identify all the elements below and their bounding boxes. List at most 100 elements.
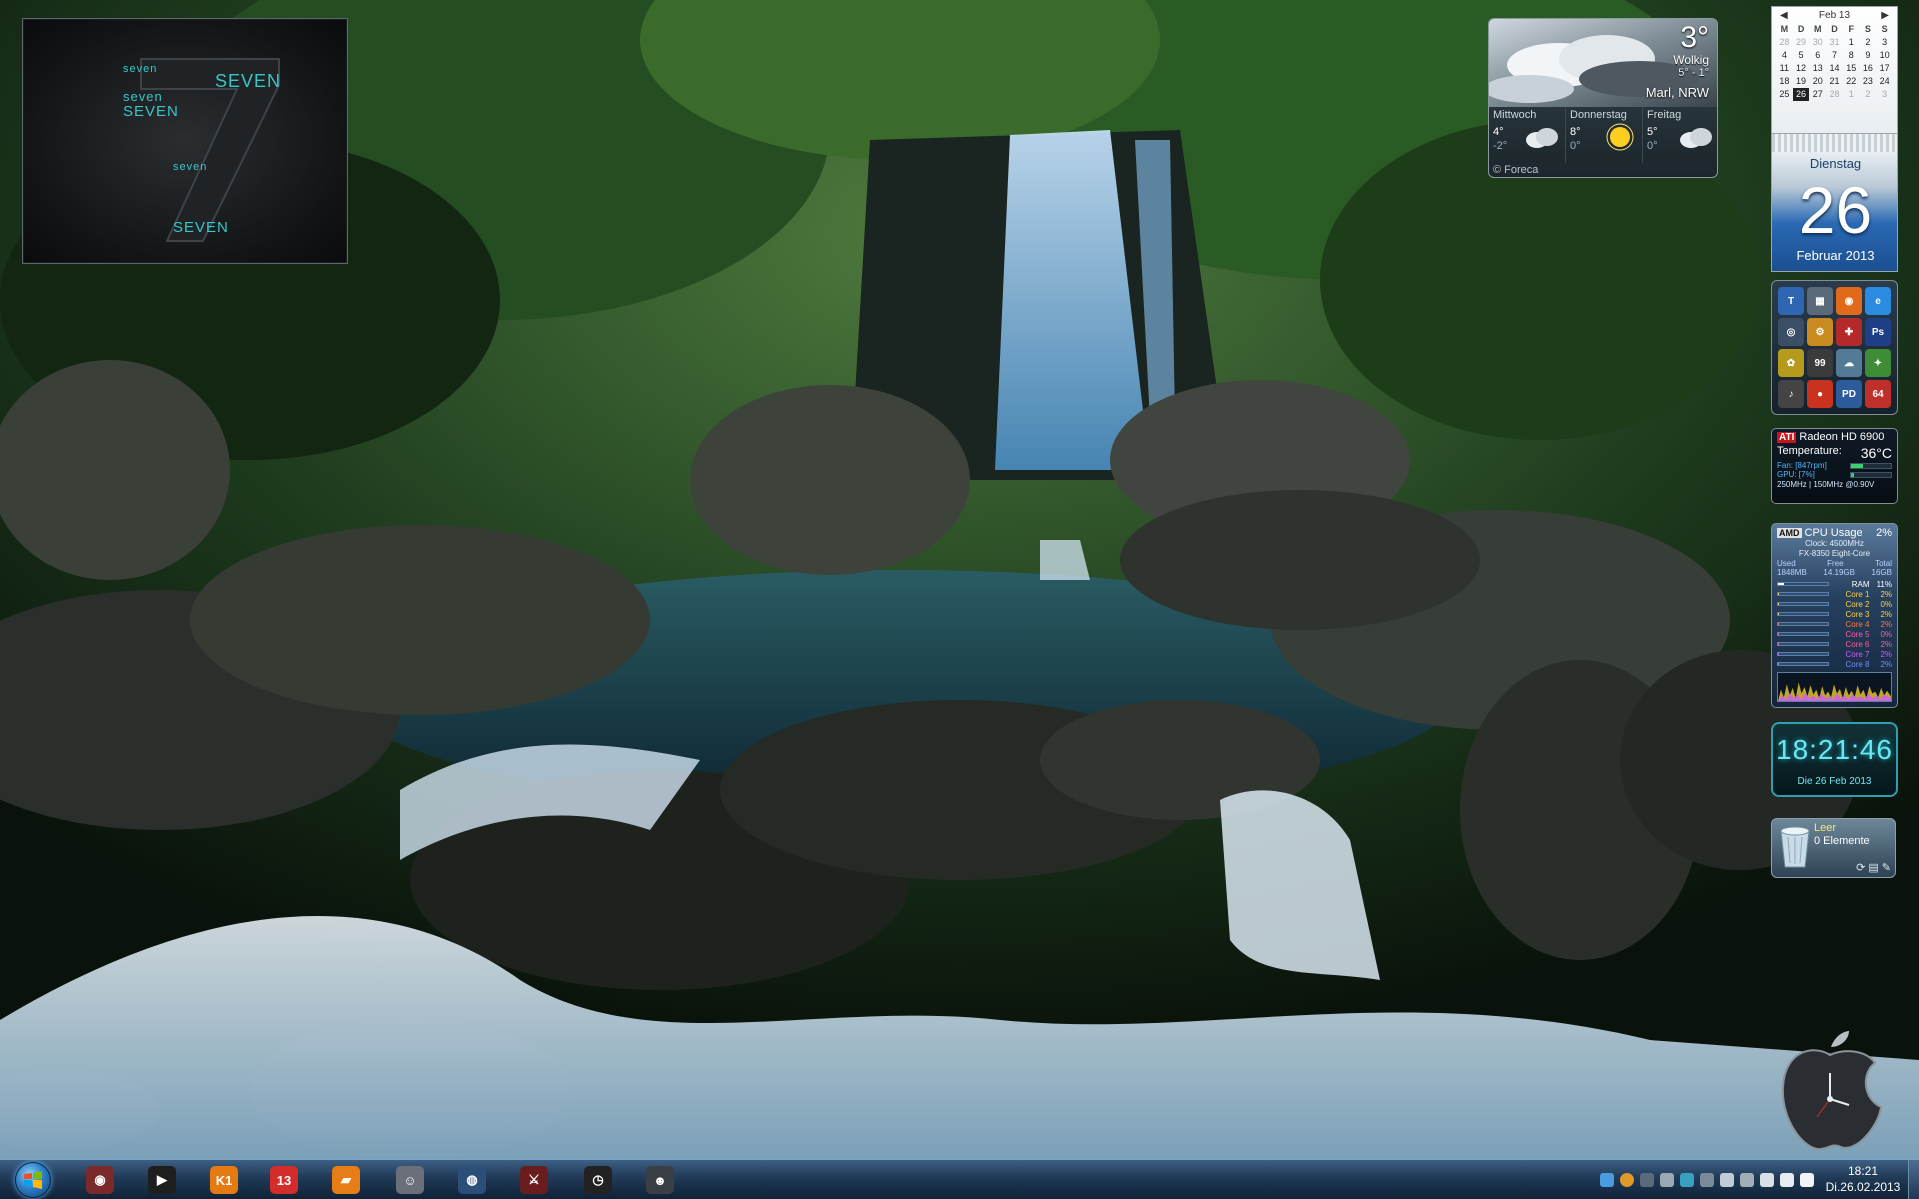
- calendar-day-cell[interactable]: 2: [1860, 88, 1877, 101]
- firefox-tray-icon[interactable]: [1620, 1173, 1634, 1187]
- steam-app-icon[interactable]: ◎: [1778, 318, 1804, 346]
- leaf-app-icon[interactable]: ✦: [1865, 349, 1891, 377]
- action-center-flag-icon[interactable]: [1800, 1173, 1814, 1187]
- network-icon[interactable]: [1600, 1173, 1614, 1187]
- calendar-day-cell[interactable]: 10: [1876, 49, 1893, 62]
- taskbar-app-notes[interactable]: ▰: [328, 1163, 364, 1197]
- gpu-load-fill: [1851, 472, 1854, 477]
- calendar-day-cell[interactable]: 16: [1860, 62, 1877, 75]
- calendar-day-cell[interactable]: 23: [1860, 75, 1877, 88]
- calendar-day-cell[interactable]: 24: [1876, 75, 1893, 88]
- calendar-day-cell[interactable]: 17: [1876, 62, 1893, 75]
- calendar-day-cell[interactable]: 11: [1776, 62, 1793, 75]
- app-tray-icon[interactable]: [1640, 1173, 1654, 1187]
- sixtyfour-app-icon[interactable]: 64: [1865, 380, 1891, 408]
- calendar-day-cell[interactable]: 2: [1860, 36, 1877, 49]
- cpu-monitor-gadget[interactable]: AMD CPU Usage 2% Clock: 4500MHz FX-8350 E…: [1771, 523, 1898, 708]
- taskbar-app-k1[interactable]: K1: [206, 1163, 242, 1197]
- gpu-load-label: GPU: [7%]: [1777, 470, 1815, 479]
- taskbar-app-robot[interactable]: ☻: [642, 1163, 678, 1197]
- gpu-temperature-value: 36°C: [1860, 445, 1892, 461]
- settings-icon[interactable]: ✎: [1882, 861, 1891, 874]
- taskbar-app-avatar[interactable]: ☺: [392, 1163, 428, 1197]
- windows-seven-logo-widget[interactable]: seven SEVEN seven SEVEN seven SEVEN: [22, 18, 348, 264]
- calendar-day-cell[interactable]: 26: [1792, 88, 1810, 101]
- calendar-day-cell[interactable]: 13: [1809, 62, 1826, 75]
- pd-app-icon[interactable]: PD: [1836, 380, 1862, 408]
- calendar-day-cell[interactable]: 7: [1826, 49, 1843, 62]
- app-tray-icon[interactable]: [1740, 1173, 1754, 1187]
- ie-app-icon[interactable]: e: [1865, 287, 1891, 315]
- previous-month-arrow-icon[interactable]: ◀: [1780, 10, 1788, 21]
- cloud-app-icon[interactable]: ☁: [1836, 349, 1862, 377]
- connection-icon[interactable]: [1760, 1173, 1774, 1187]
- calendar-day-cell[interactable]: 31: [1826, 36, 1843, 49]
- calendar-day-cell[interactable]: 1: [1843, 88, 1860, 101]
- forecast-day-name: Mittwoch: [1493, 109, 1537, 121]
- tool-app-icon[interactable]: T: [1778, 287, 1804, 315]
- calendar-day-cell[interactable]: 3: [1876, 36, 1893, 49]
- calendar-day-cell[interactable]: 29: [1793, 36, 1810, 49]
- calendar-day-cell[interactable]: 30: [1809, 36, 1826, 49]
- calendar-day-cell[interactable]: 25: [1776, 88, 1793, 101]
- calendar-day-cell[interactable]: 5: [1793, 49, 1810, 62]
- shield-app-icon[interactable]: ✚: [1836, 318, 1862, 346]
- app-tray-icon[interactable]: [1680, 1173, 1694, 1187]
- calendar-day-cell[interactable]: 22: [1843, 75, 1860, 88]
- digital-clock-gadget[interactable]: 18:21:46 Die 26 Feb 2013: [1771, 722, 1898, 797]
- weather-provider[interactable]: © Foreca: [1493, 164, 1538, 176]
- monitor-app-icon[interactable]: 99: [1807, 349, 1833, 377]
- calendar-gadget[interactable]: ◀ Feb 13 ▶ M D M D F S S 28 29 30 31 1 2 3 4 5 6 7 8 9 10 11 1…: [1771, 6, 1898, 272]
- app-tray-icon[interactable]: [1720, 1173, 1734, 1187]
- taskbar-app-thirteen[interactable]: 13: [266, 1163, 302, 1197]
- calendar-day-cell[interactable]: 18: [1776, 75, 1793, 88]
- calendar-day-cell[interactable]: 20: [1809, 75, 1826, 88]
- gpu-monitor-gadget[interactable]: ATI Radeon HD 6900 Temperature: 36°C Fan: …: [1771, 428, 1898, 504]
- gear-app-icon[interactable]: ⚙: [1807, 318, 1833, 346]
- weather-gadget[interactable]: 3° Wolkig 5° - 1° Marl, NRW Mittwoch 4° …: [1488, 18, 1718, 178]
- taskbar-app-game[interactable]: ◉: [82, 1163, 118, 1197]
- calendar-day-cell[interactable]: 4: [1776, 49, 1793, 62]
- taskbar-clock[interactable]: 18:21 Di.26.02.2013: [1820, 1163, 1906, 1197]
- calendar-day-cell[interactable]: 28: [1776, 36, 1793, 49]
- taskbar-app-media-player[interactable]: ▶: [144, 1163, 180, 1197]
- calendar-weekday: Dienstag: [1809, 156, 1862, 171]
- sun-icon: [1606, 123, 1634, 151]
- calendar-day-cell[interactable]: 8: [1843, 49, 1860, 62]
- calendar-day-cell[interactable]: 3: [1876, 88, 1893, 101]
- cpu-core-row: Core 5 0%: [1777, 629, 1892, 639]
- calendar-day-cell[interactable]: 27: [1809, 88, 1826, 101]
- calendar-day-cell[interactable]: 21: [1826, 75, 1843, 88]
- apple-analog-clock-gadget[interactable]: [1775, 1025, 1885, 1155]
- next-month-arrow-icon[interactable]: ▶: [1881, 10, 1889, 21]
- calendar-day-cell[interactable]: 19: [1793, 75, 1810, 88]
- recycle-bin-gadget[interactable]: Leer 0 Elemente ⟳ ▤ ✎: [1771, 818, 1896, 878]
- firefox-app-icon[interactable]: ◉: [1836, 287, 1862, 315]
- taskbar-app-dial[interactable]: ◷: [580, 1163, 616, 1197]
- ps-app-icon[interactable]: Ps: [1865, 318, 1891, 346]
- chrome-app-icon[interactable]: ●: [1807, 380, 1833, 408]
- cpu-model: FX-8350 Eight-Core: [1798, 549, 1871, 558]
- gpu-fan-fill: [1851, 463, 1863, 468]
- calendar-day-cell[interactable]: 14: [1826, 62, 1843, 75]
- app-tray-icon[interactable]: [1700, 1173, 1714, 1187]
- calendar-day-cell[interactable]: 6: [1809, 49, 1826, 62]
- folder-app-icon[interactable]: ▦: [1807, 287, 1833, 315]
- volume-icon[interactable]: [1780, 1173, 1794, 1187]
- app-tray-icon[interactable]: [1660, 1173, 1674, 1187]
- calendar-day-cell[interactable]: 28: [1826, 88, 1843, 101]
- calendar-day-cell[interactable]: 12: [1793, 62, 1810, 75]
- taskbar-app-game-icon: ◉: [86, 1166, 114, 1194]
- game-app-icon[interactable]: ✿: [1778, 349, 1804, 377]
- taskbar-app-browser[interactable]: ◍: [454, 1163, 490, 1197]
- empty-bin-icon[interactable]: ▤: [1868, 861, 1878, 874]
- start-button[interactable]: [8, 1160, 58, 1199]
- calendar-day-cell[interactable]: 9: [1860, 49, 1877, 62]
- music-app-icon[interactable]: ♪: [1778, 380, 1804, 408]
- calendar-day-cell[interactable]: 1: [1843, 36, 1860, 49]
- show-desktop-button[interactable]: [1908, 1160, 1919, 1199]
- cpu-core-bar: [1777, 642, 1829, 646]
- taskbar-app-fighter[interactable]: ⚔: [516, 1163, 552, 1197]
- refresh-icon[interactable]: ⟳: [1856, 861, 1865, 874]
- calendar-day-cell[interactable]: 15: [1843, 62, 1860, 75]
